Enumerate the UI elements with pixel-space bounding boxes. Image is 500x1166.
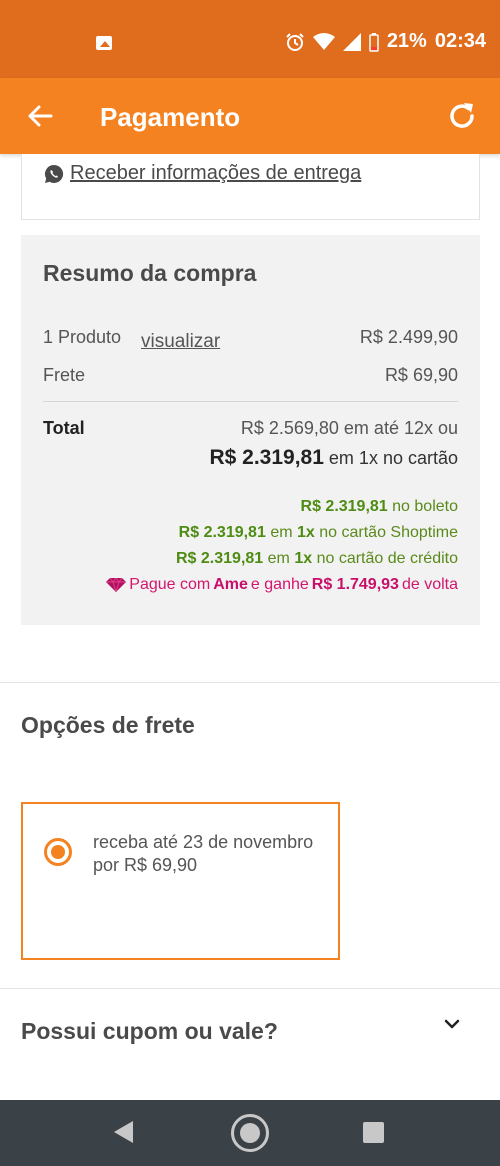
refresh-button[interactable]	[442, 96, 482, 136]
shipping-row: Frete R$ 69,90	[43, 365, 458, 386]
clock: 02:34	[434, 30, 486, 52]
nav-back-icon[interactable]	[114, 1121, 133, 1143]
delivery-card: Receber informações de entrega	[21, 154, 480, 220]
whatsapp-icon	[44, 164, 64, 183]
view-products-link[interactable]: visualizar	[141, 331, 220, 353]
delivery-info-text: Receber informações de entrega	[70, 162, 362, 184]
ame-prefix: Pague com	[129, 576, 211, 593]
summary-title: Resumo da compra	[43, 260, 257, 286]
signal-icon	[342, 32, 361, 51]
ame-amount: R$ 1.749,93	[311, 576, 399, 593]
shipping-option-text: receba até 23 de novembro por R$ 69,90	[93, 832, 314, 875]
ame-mid: e ganhe	[250, 576, 309, 593]
shoptime-amount: R$ 2.319,81	[178, 524, 266, 541]
status-bar: 21% 02:34	[0, 0, 500, 78]
product-count-label: 1 Produto	[43, 327, 122, 347]
arrow-left-icon	[28, 105, 53, 127]
section-divider	[0, 682, 500, 683]
coupon-title[interactable]: Possui cupom ou vale?	[21, 1018, 278, 1045]
battery-low-icon	[369, 32, 379, 52]
shoptime-card-option: R$ 2.319,81 em 1x no cartão Shoptime	[179, 524, 458, 542]
nav-home-icon[interactable]	[231, 1114, 269, 1152]
credit-times: 1x	[294, 550, 313, 567]
total-single-payment: R$ 2.319,81 em 1x no cartão	[209, 446, 458, 470]
app-bar: Pagamento	[0, 78, 500, 154]
total-suffix: em 1x no cartão	[328, 448, 458, 468]
shipping-option-radio[interactable]	[44, 838, 72, 866]
battery-percent: 21%	[386, 30, 427, 52]
credit-text: no cartão de crédito	[316, 550, 458, 567]
shipping-option-card[interactable]: receba até 23 de novembro por R$ 69,90	[21, 802, 340, 960]
boleto-text: no boleto	[392, 498, 458, 515]
ame-cashback-option: Pague com Ame e ganhe R$ 1.749,93 de vol…	[106, 576, 458, 594]
total-installments: R$ 2.569,80 em até 12x ou	[240, 418, 458, 438]
nav-recents-icon[interactable]	[363, 1122, 384, 1143]
shipping-label: Frete	[43, 365, 86, 385]
shipping-value: R$ 69,90	[384, 365, 458, 385]
alarm-icon	[286, 32, 304, 51]
refresh-icon	[450, 103, 474, 128]
delivery-info-link[interactable]: Receber informações de entrega	[44, 162, 361, 185]
coupon-expand-button[interactable]	[440, 1012, 464, 1036]
credit-amount: R$ 2.319,81	[176, 550, 264, 567]
total-label: Total	[43, 418, 85, 438]
shoptime-times: 1x	[297, 524, 315, 541]
shipping-options-title: Opções de frete	[21, 712, 195, 738]
credit-card-option: R$ 2.319,81 em 1x no cartão de crédito	[176, 550, 458, 568]
ame-brand: Ame	[213, 576, 248, 593]
wifi-icon	[312, 32, 335, 50]
system-nav-bar	[0, 1100, 500, 1166]
total-amount: R$ 2.319,81	[209, 446, 324, 469]
ame-suffix: de volta	[401, 576, 458, 593]
ame-diamond-icon	[106, 578, 127, 592]
shoptime-text: no cartão Shoptime	[319, 524, 458, 541]
back-button[interactable]	[22, 98, 58, 134]
boleto-amount: R$ 2.319,81	[300, 498, 388, 515]
boleto-option: R$ 2.319,81 no boleto	[301, 498, 458, 516]
credit-mid: em	[267, 550, 290, 567]
chevron-down-icon	[444, 1019, 460, 1029]
purchase-summary: Resumo da compra 1 Produto visualizar R$…	[21, 235, 480, 625]
image-icon	[96, 36, 112, 50]
shoptime-mid: em	[270, 524, 293, 541]
status-icons: 21% 02:34	[285, 30, 486, 53]
divider	[43, 401, 458, 402]
product-value: R$ 2.499,90	[359, 327, 458, 347]
page-title: Pagamento	[100, 102, 241, 132]
section-divider	[0, 988, 500, 989]
product-row: 1 Produto visualizar R$ 2.499,90	[43, 327, 458, 352]
